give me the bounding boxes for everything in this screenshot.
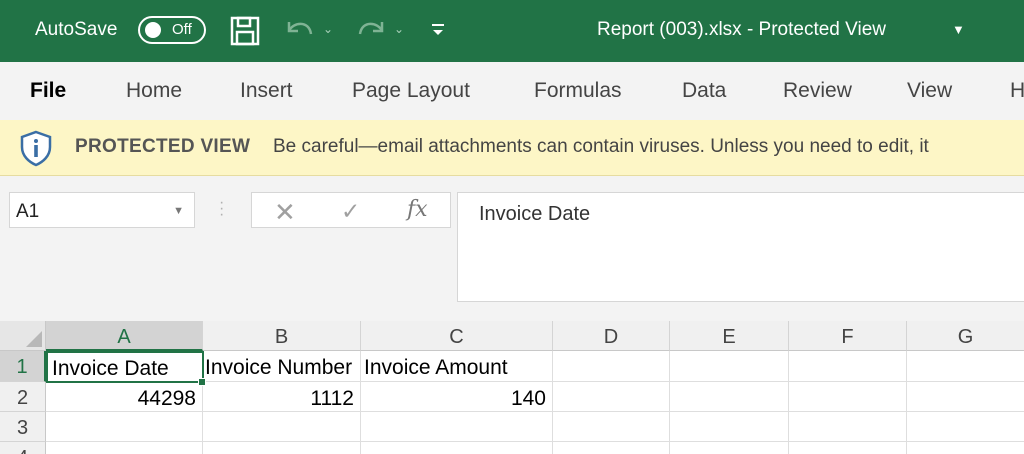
shield-info-icon (17, 129, 55, 172)
cell-a3[interactable] (46, 412, 203, 442)
cell-d1[interactable] (553, 351, 670, 382)
insert-function-icon[interactable]: fx (407, 197, 428, 222)
cell-f1[interactable] (789, 351, 907, 382)
tab-formulas[interactable]: Formulas (534, 79, 622, 103)
formula-buttons: ✕ ✓ fx (251, 192, 451, 228)
cell-f4[interactable] (789, 442, 907, 454)
tab-home[interactable]: Home (126, 79, 182, 103)
column-header-d[interactable]: D (553, 321, 670, 351)
cell-b3[interactable] (203, 412, 361, 442)
redo-dropdown-icon[interactable]: ⌄ (394, 22, 404, 36)
cell-c1[interactable]: Invoice Amount (361, 351, 553, 382)
cell-d2[interactable] (553, 382, 670, 412)
formula-content: Invoice Date (479, 203, 591, 225)
cell-b2[interactable]: 1112 (203, 382, 361, 412)
tab-review[interactable]: Review (783, 79, 852, 103)
cell-c3[interactable] (361, 412, 553, 442)
ribbon-tabs: File Home Insert Page Layout Formulas Da… (0, 62, 1024, 120)
window-title: Report (003).xlsx - Protected View (597, 19, 886, 40)
select-all-triangle (26, 331, 42, 347)
cell-d3[interactable] (553, 412, 670, 442)
formula-input[interactable]: Invoice Date (457, 192, 1024, 302)
cell-e2[interactable] (670, 382, 789, 412)
row-header-2[interactable]: 2 (0, 382, 46, 412)
cell-b4[interactable] (203, 442, 361, 454)
fill-handle[interactable] (198, 378, 206, 386)
column-header-b[interactable]: B (203, 321, 361, 351)
cell-b1[interactable]: Invoice Number (203, 351, 361, 382)
name-box-value: A1 (16, 201, 40, 222)
formula-area: A1 ▼ · · · ✕ ✓ fx Invoice Date (0, 176, 1024, 321)
select-all-button[interactable] (0, 321, 46, 351)
tab-file[interactable]: File (30, 79, 66, 103)
cell-a2[interactable]: 44298 (46, 382, 203, 412)
tab-page-layout[interactable]: Page Layout (352, 79, 470, 103)
name-box[interactable]: A1 ▼ (9, 192, 195, 228)
toggle-knob (145, 22, 161, 38)
cell-e1[interactable] (670, 351, 789, 382)
cell-f3[interactable] (789, 412, 907, 442)
row-header-4[interactable]: 4 (0, 442, 46, 454)
title-dropdown-icon[interactable]: ▼ (952, 22, 965, 37)
cell-a4[interactable] (46, 442, 203, 454)
cell-g4[interactable] (907, 442, 1024, 454)
autosave-state: Off (172, 21, 192, 38)
cell-a1[interactable]: Invoice Date (46, 351, 204, 383)
title-bar: AutoSave Off ⌄ ⌄ Report (003).xlsx - Pro… (0, 0, 1024, 62)
worksheet-grid: A B C D E F G 1 2 3 4 Invoice Date Invoi… (0, 321, 1024, 454)
customize-qat-icon[interactable] (430, 22, 446, 43)
cell-e3[interactable] (670, 412, 789, 442)
cell-g1[interactable] (907, 351, 1024, 382)
more-options-icon: · · · (219, 194, 225, 223)
cell-c4[interactable] (361, 442, 553, 454)
enter-icon[interactable]: ✓ (341, 198, 360, 225)
cell-f2[interactable] (789, 382, 907, 412)
column-header-a[interactable]: A (46, 321, 203, 351)
column-header-f[interactable]: F (789, 321, 907, 351)
cell-e4[interactable] (670, 442, 789, 454)
protected-view-title: PROTECTED VIEW (75, 136, 251, 157)
column-header-c[interactable]: C (361, 321, 553, 351)
column-header-e[interactable]: E (670, 321, 789, 351)
redo-icon[interactable] (354, 16, 388, 51)
protected-view-message: Be careful—email attachments can contain… (273, 136, 929, 157)
row-header-1[interactable]: 1 (0, 351, 46, 382)
cell-g3[interactable] (907, 412, 1024, 442)
cell-d4[interactable] (553, 442, 670, 454)
undo-icon[interactable] (283, 16, 317, 51)
column-header-g[interactable]: G (907, 321, 1024, 351)
tab-view[interactable]: View (907, 79, 952, 103)
tab-insert[interactable]: Insert (240, 79, 293, 103)
tab-help[interactable]: H (1010, 79, 1024, 103)
cell-c2[interactable]: 140 (361, 382, 553, 412)
autosave-toggle[interactable]: Off (138, 16, 206, 44)
cell-g2[interactable] (907, 382, 1024, 412)
protected-view-bar: PROTECTED VIEW Be careful—email attachme… (0, 120, 1024, 176)
row-header-3[interactable]: 3 (0, 412, 46, 442)
save-icon[interactable] (230, 16, 260, 51)
chevron-down-icon[interactable]: ▼ (173, 205, 184, 217)
cancel-icon[interactable]: ✕ (274, 197, 296, 228)
undo-dropdown-icon[interactable]: ⌄ (323, 22, 333, 36)
autosave-label: AutoSave (35, 19, 118, 40)
tab-data[interactable]: Data (682, 79, 726, 103)
